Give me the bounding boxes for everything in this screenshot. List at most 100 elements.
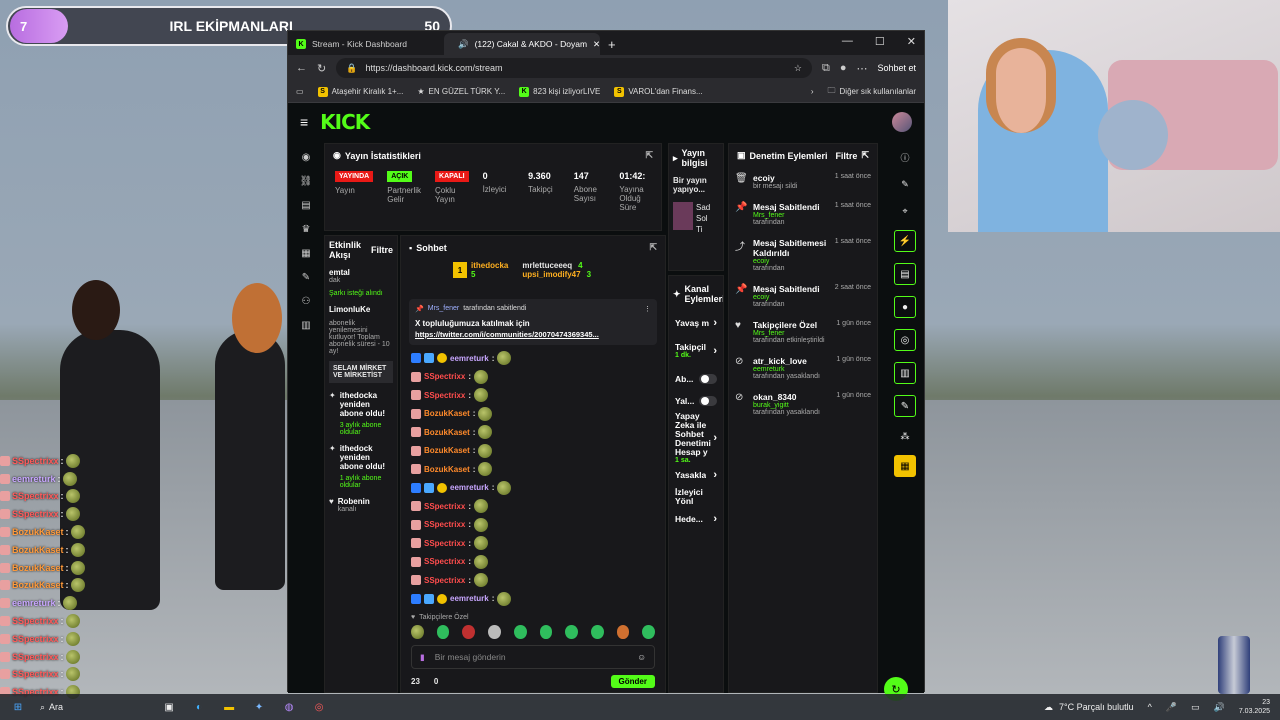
users-icon[interactable]: ⚇ (298, 293, 314, 309)
emote-icon[interactable] (642, 625, 656, 639)
clapper-icon[interactable]: ▦ (894, 455, 916, 477)
wrench-icon[interactable]: ✎ (894, 395, 916, 417)
tab-kick-dashboard[interactable]: K Stream - Kick Dashboard (288, 33, 444, 55)
chat-username[interactable]: BozukKaset (424, 446, 470, 455)
moderation-user[interactable]: ecoiy (753, 294, 820, 301)
weather-widget[interactable]: ☁ 7°C Parçalı bulutlu (1044, 702, 1134, 713)
moderation-user[interactable]: ecoiy (753, 258, 829, 265)
channel-action-item[interactable]: Yal... (669, 390, 723, 412)
reading-icon[interactable]: ▭ (296, 87, 304, 96)
gifter-item[interactable]: mrlettuceeeq 4 (522, 261, 591, 270)
video-icon[interactable]: ▦ (298, 245, 314, 261)
star-icon[interactable]: ☆ (794, 63, 802, 74)
clock[interactable]: 23 7.03.2025 (1239, 698, 1270, 716)
chat-username[interactable]: SSpectrixx (424, 576, 465, 585)
chat-username[interactable]: BozukKaset (424, 409, 470, 418)
chat-username[interactable]: BozukKaset (424, 465, 470, 474)
bookmark-item[interactable]: S VAROL'dan Finans... (614, 86, 703, 97)
obs-icon[interactable]: ◎ (311, 699, 327, 715)
edge-icon[interactable]: ◐ (191, 699, 207, 715)
chat-username[interactable]: eemreturk (450, 354, 489, 363)
archive-icon[interactable]: ▥ (894, 362, 916, 384)
wrench-icon[interactable]: ✎ (298, 269, 314, 285)
apps-icon[interactable]: ⁂ (897, 428, 913, 444)
chat-username[interactable]: SSpectrixx (424, 520, 465, 529)
minimize-button[interactable]: — (842, 35, 853, 48)
chat-username[interactable]: SSpectrixx (424, 539, 465, 548)
emote-icon[interactable] (436, 625, 450, 639)
analytics-icon[interactable]: ▥ (298, 317, 314, 333)
moderation-user[interactable]: eemreturk (753, 366, 820, 373)
copilot-button[interactable]: Sohbet et (877, 63, 916, 73)
link-icon[interactable]: ⛓ (298, 173, 314, 189)
filter-button[interactable]: Filtre (371, 245, 393, 255)
emote-icon[interactable] (539, 625, 553, 639)
channel-action-item[interactable]: İzleyici Yönl (669, 486, 723, 508)
library-icon[interactable]: ▤ (298, 197, 314, 213)
hamburger-icon[interactable]: ≡ (300, 114, 308, 130)
channel-action-item[interactable]: Hede... › (669, 508, 723, 530)
chat-username[interactable]: eemreturk (450, 594, 489, 603)
document-icon[interactable]: ▤ (894, 263, 916, 285)
emote-icon[interactable] (565, 625, 578, 639)
mic-icon[interactable]: 🎤 (1166, 702, 1177, 713)
more-icon[interactable]: ⋮ (644, 305, 651, 313)
moderation-user[interactable]: Mrs_fener (753, 330, 825, 337)
taskview-icon[interactable]: ▣ (161, 699, 177, 715)
chat-username[interactable]: SSpectrixx (424, 372, 465, 381)
kick-logo[interactable]: KICK (320, 110, 370, 134)
maximize-button[interactable]: ☐ (875, 35, 885, 48)
menu-icon[interactable]: ⋯ (856, 62, 867, 75)
chat-username[interactable]: eemreturk (450, 483, 489, 492)
moderation-user[interactable]: burak_yigitt (753, 402, 820, 409)
other-bookmarks[interactable]: 🗀 Diğer sık kullanılanlar (828, 85, 916, 99)
emoji-icon[interactable]: ☺ (637, 652, 646, 662)
emote-icon[interactable] (513, 625, 527, 639)
discord-icon[interactable]: ◍ (281, 699, 297, 715)
emote-icon[interactable] (462, 625, 476, 639)
gifter-item[interactable]: upsi_imodify47 3 (522, 270, 591, 279)
live-icon[interactable]: ◉ (298, 149, 314, 165)
popout-icon[interactable]: ⇱ (645, 150, 653, 161)
pinned-link[interactable]: https://twitter.com/i/communities/200704… (415, 330, 651, 339)
bookmark-item[interactable]: S Ataşehir Kiralık 1+... (317, 86, 403, 97)
toggle-switch[interactable] (699, 374, 717, 384)
new-tab-button[interactable]: + (600, 33, 624, 55)
windows-icon[interactable]: ⊞ (10, 699, 26, 715)
channel-action-item[interactable]: Yapay Zeka ile Sohbet Denetimi Hesap y1 … (669, 412, 723, 464)
info-icon[interactable]: ⓘ (897, 149, 913, 165)
channel-action-item[interactable]: Yavaş m › (669, 312, 723, 334)
moderation-user[interactable]: Mrs_fener (753, 212, 820, 219)
chat-username[interactable]: SSpectrixx (424, 502, 465, 511)
broadcast-icon[interactable]: ◎ (894, 329, 916, 351)
popout-icon[interactable]: ⇱ (861, 150, 869, 161)
emote-icon[interactable] (488, 625, 501, 639)
emote-icon[interactable] (590, 625, 604, 639)
volume-icon[interactable]: 🔊 (1214, 702, 1225, 713)
chat-username[interactable]: BozukKaset (424, 428, 470, 437)
popout-icon[interactable]: ⇱ (649, 242, 657, 253)
channel-action-item[interactable]: Ab... (669, 368, 723, 390)
send-button[interactable]: Gönder (610, 675, 655, 688)
extensions-icon[interactable]: ⧉ (822, 62, 830, 75)
emote-icon[interactable] (616, 625, 630, 639)
channel-action-item[interactable]: Yasakla › (669, 464, 723, 486)
toggle-switch[interactable] (699, 396, 717, 406)
chat-username[interactable]: SSpectrixx (424, 557, 465, 566)
taskbar-search[interactable]: ⌕ Ara (40, 702, 63, 713)
chat-input[interactable]: ▮ Bir mesaj gönderin ☺ (411, 645, 655, 669)
close-window-button[interactable]: ✕ (907, 35, 916, 48)
mic-icon[interactable]: ▮ (420, 652, 425, 663)
emote-icon[interactable] (411, 625, 424, 639)
address-bar[interactable]: 🔒 https://dashboard.kick.com/stream ☆ (336, 58, 812, 78)
app-icon[interactable]: ✦ (251, 699, 267, 715)
bookmark-item[interactable]: ★ EN GÜZEL TÜRK Y... (417, 87, 505, 96)
chat-username[interactable]: SSpectrixx (424, 391, 465, 400)
folder-icon[interactable]: ▬ (221, 699, 237, 715)
stream-category-card[interactable]: Sad Sol Ti (669, 198, 723, 239)
filter-button[interactable]: Filtre (835, 151, 857, 161)
tab-youtube[interactable]: 🔊 (122) Cakal & AKDO - Doyam ✕ (444, 33, 600, 55)
edit-icon[interactable]: ✎ (897, 176, 913, 192)
chevron-right-icon[interactable]: › (811, 87, 814, 96)
trophy-icon[interactable]: ♛ (298, 221, 314, 237)
